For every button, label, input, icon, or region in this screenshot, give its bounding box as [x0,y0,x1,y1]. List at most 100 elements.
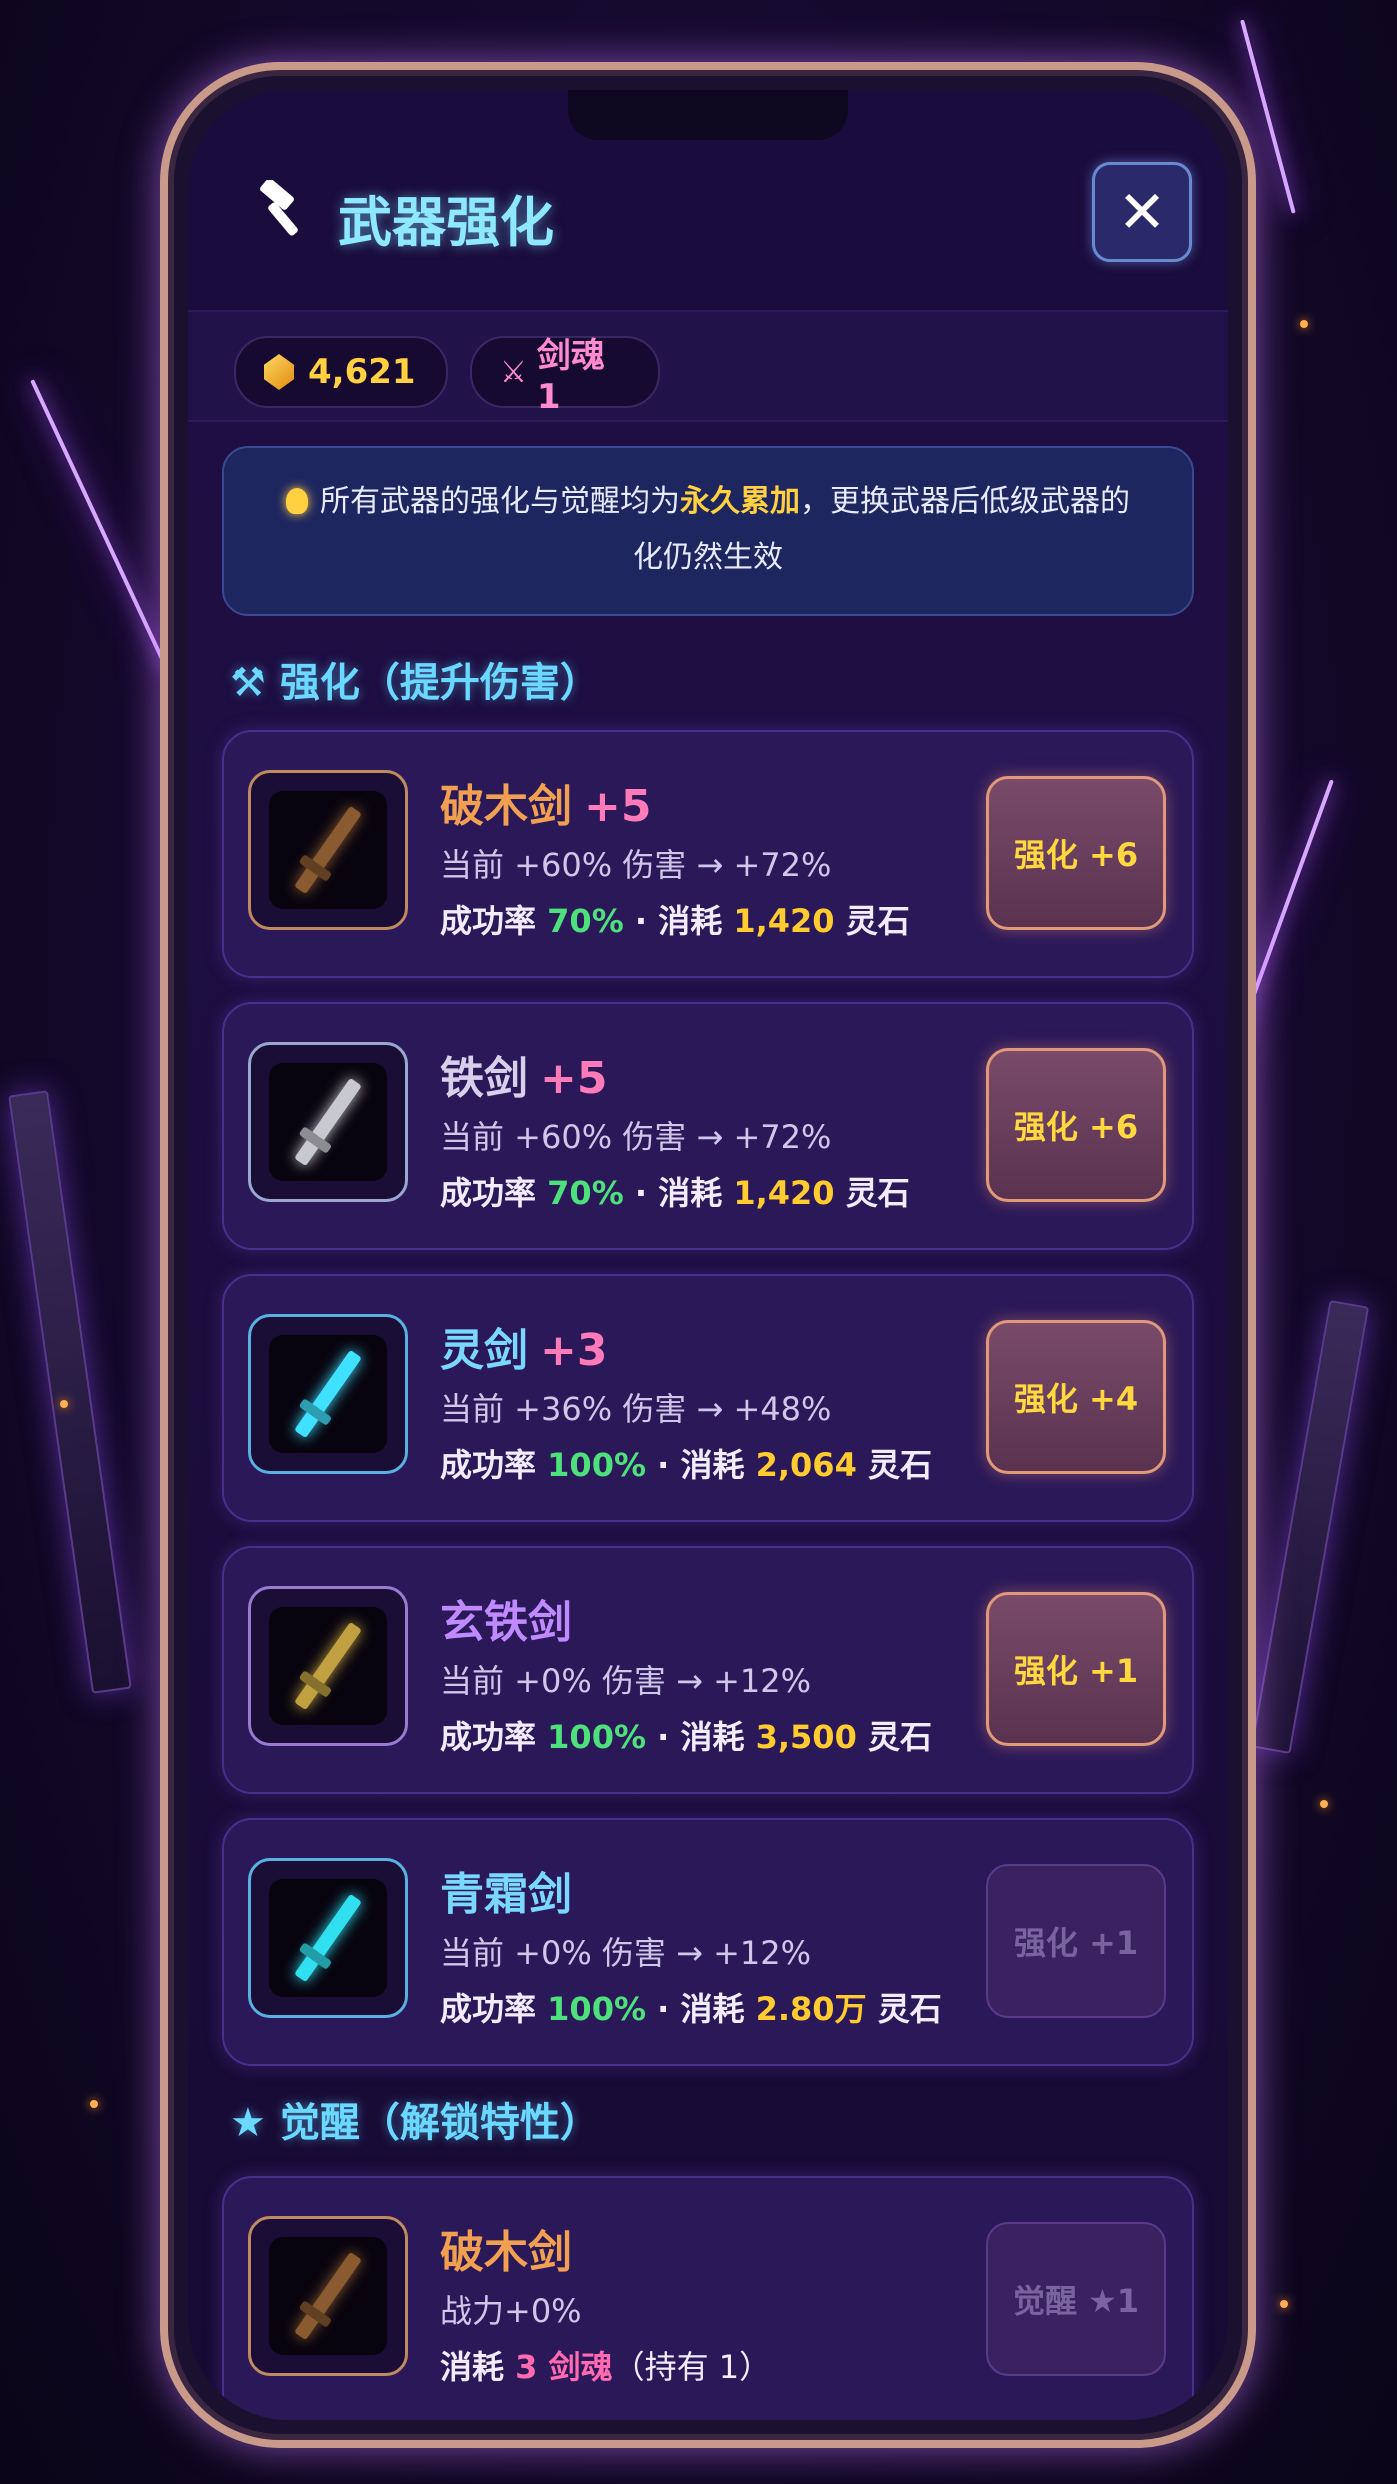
weapon-name-label: 铁剑 [440,1053,528,1104]
enhance-card: 灵剑 +3 当前 +36% 伤害 → +48% 成功率 100% · 消耗 2,0… [222,1274,1194,1522]
owned-count: （持有 1） [612,2348,772,2386]
enhance-stats: 成功率 100% · 消耗 3,500 灵石 [440,1712,932,1758]
thumbnail-inner [269,1335,387,1453]
notice-text-before: 所有武器的强化与觉醒均为 [320,484,680,519]
weapon-name-label: 青霜剑 [440,1869,572,1920]
page-title: 武器强化 [338,191,554,254]
ember-icon [60,1400,68,1408]
enhance-card: 玄铁剑 当前 +0% 伤害 → +12% 成功率 100% · 消耗 3,500… [222,1546,1194,1794]
cost-value: 1,420 [733,1174,835,1212]
sword-icon [294,805,362,895]
thumbnail-inner [269,1879,387,1997]
section-title-awaken-label: 觉醒（解锁特性） [279,2100,600,2146]
sword-soul-count: 剑魂 1 [536,335,605,417]
currency-label: 灵石 [867,1446,932,1484]
weapon-name: 玄铁剑 [440,1586,584,1650]
sword-icon [294,2251,362,2341]
tools-icon: ⚒ [230,660,266,706]
currency-label: 灵石 [877,1990,942,2028]
enhance-card: 破木剑 +5 当前 +60% 伤害 → +72% 成功率 70% · 消耗 1,4… [222,730,1194,978]
ember-icon [90,2100,98,2108]
weapon-name: 灵剑 +3 [440,1314,607,1378]
cost-value: 3 剑魂 [515,2348,613,2386]
rate-value: 70% [547,902,624,940]
weapon-name: 铁剑 +5 [440,1042,607,1106]
thumbnail-inner [269,1063,387,1181]
gem-count: 4,621 [308,352,416,392]
damage-info: 当前 +0% 伤害 → +12% [440,1662,812,1700]
weapon-power: 战力+0% [440,2292,582,2330]
crossed-swords-icon: ⚔ [500,354,527,390]
weapon-name-label: 玄铁剑 [440,1597,572,1648]
cost-label: 消耗 [680,1718,745,1756]
bg-sword-left-icon [8,1090,132,1694]
sword-soul-balance: ⚔ 剑魂 1 [470,336,660,417]
enhance-stats: 成功率 70% · 消耗 1,420 灵石 [440,896,910,942]
enhance-button[interactable]: 强化 +1 [986,1592,1166,1746]
cost-value: 1,420 [733,902,835,940]
thumbnail-inner [269,1607,387,1725]
rate-label: 成功率 [440,1446,537,1484]
weapon-thumbnail [248,770,408,930]
dot-separator: · [634,902,659,940]
weapon-level: +5 [584,781,652,832]
hammer-icon [260,180,298,236]
cost-label: 消耗 [440,2348,505,2386]
screen: 武器强化 ✕ 4,621 ⚔ 剑魂 1 所有武器的强化与觉醒均为永久累加，更换武… [188,90,1228,2420]
damage-info: 当前 +36% 伤害 → +48% [440,1390,832,1428]
sword-icon [294,1893,362,1983]
enhance-card: 铁剑 +5 当前 +60% 伤害 → +72% 成功率 70% · 消耗 1,42… [222,1002,1194,1250]
sword-icon [294,1621,362,1711]
gem-icon [264,354,294,390]
cost-value: 2,064 [755,1446,857,1484]
damage-info: 当前 +60% 伤害 → +72% [440,846,832,884]
ember-icon [1320,1800,1328,1808]
weapon-thumbnail [248,1586,408,1746]
gem-balance: 4,621 [234,336,448,408]
close-button[interactable]: ✕ [1092,162,1192,262]
sword-icon [294,1349,362,1439]
close-icon: ✕ [1117,178,1167,246]
notice-highlight: 永久累加 [680,484,800,519]
currency-label: 灵石 [867,1718,932,1756]
ember-icon [1280,2300,1288,2308]
rate-value: 70% [547,1174,624,1212]
weapon-thumbnail [248,1858,408,2018]
damage-info: 当前 +0% 伤害 → +12% [440,1934,812,1972]
rate-label: 成功率 [440,902,537,940]
section-title-awaken: ★ 觉醒（解锁特性） [230,2090,600,2148]
weapon-name: 青霜剑 [440,1858,584,1922]
weapon-level: +5 [540,1053,608,1104]
weapon-name-label: 灵剑 [440,1325,528,1376]
weapon-thumbnail [248,1314,408,1474]
currency-label: 灵石 [845,1174,910,1212]
phone-notch [568,90,848,140]
awaken-cost: 消耗 3 剑魂（持有 1） [440,2342,771,2388]
enhance-card: 青霜剑 当前 +0% 伤害 → +12% 成功率 100% · 消耗 2.80万… [222,1818,1194,2066]
enhance-button[interactable]: 强化 +6 [986,1048,1166,1202]
sword-icon [294,1077,362,1167]
enhance-button[interactable]: 强化 +6 [986,776,1166,930]
cost-value: 3,500 [755,1718,857,1756]
cost-label: 消耗 [680,1990,745,2028]
dot-separator: · [634,1174,659,1212]
thumbnail-inner [269,2237,387,2355]
lightning-icon [30,379,170,671]
enhance-button[interactable]: 强化 +4 [986,1320,1166,1474]
enhance-stats: 成功率 100% · 消耗 2,064 灵石 [440,1440,932,1486]
cost-label: 消耗 [680,1446,745,1484]
currency-label: 灵石 [845,902,910,940]
rate-value: 100% [547,1718,647,1756]
section-title-enhance: ⚒ 强化（提升伤害） [230,650,600,708]
weapon-level: +3 [540,1325,608,1376]
dot-separator: · [657,1446,681,1484]
rate-label: 成功率 [440,1174,537,1212]
ember-icon [1300,320,1308,328]
cost-label: 消耗 [658,1174,723,1212]
enhance-button[interactable]: 强化 +1 [986,1864,1166,2018]
rate-label: 成功率 [440,1990,537,2028]
awaken-button[interactable]: 觉醒 ★1 [986,2222,1166,2376]
phone-frame: 武器强化 ✕ 4,621 ⚔ 剑魂 1 所有武器的强化与觉醒均为永久累加，更换武… [160,62,1256,2448]
dot-separator: · [657,1718,681,1756]
weapon-thumbnail [248,1042,408,1202]
